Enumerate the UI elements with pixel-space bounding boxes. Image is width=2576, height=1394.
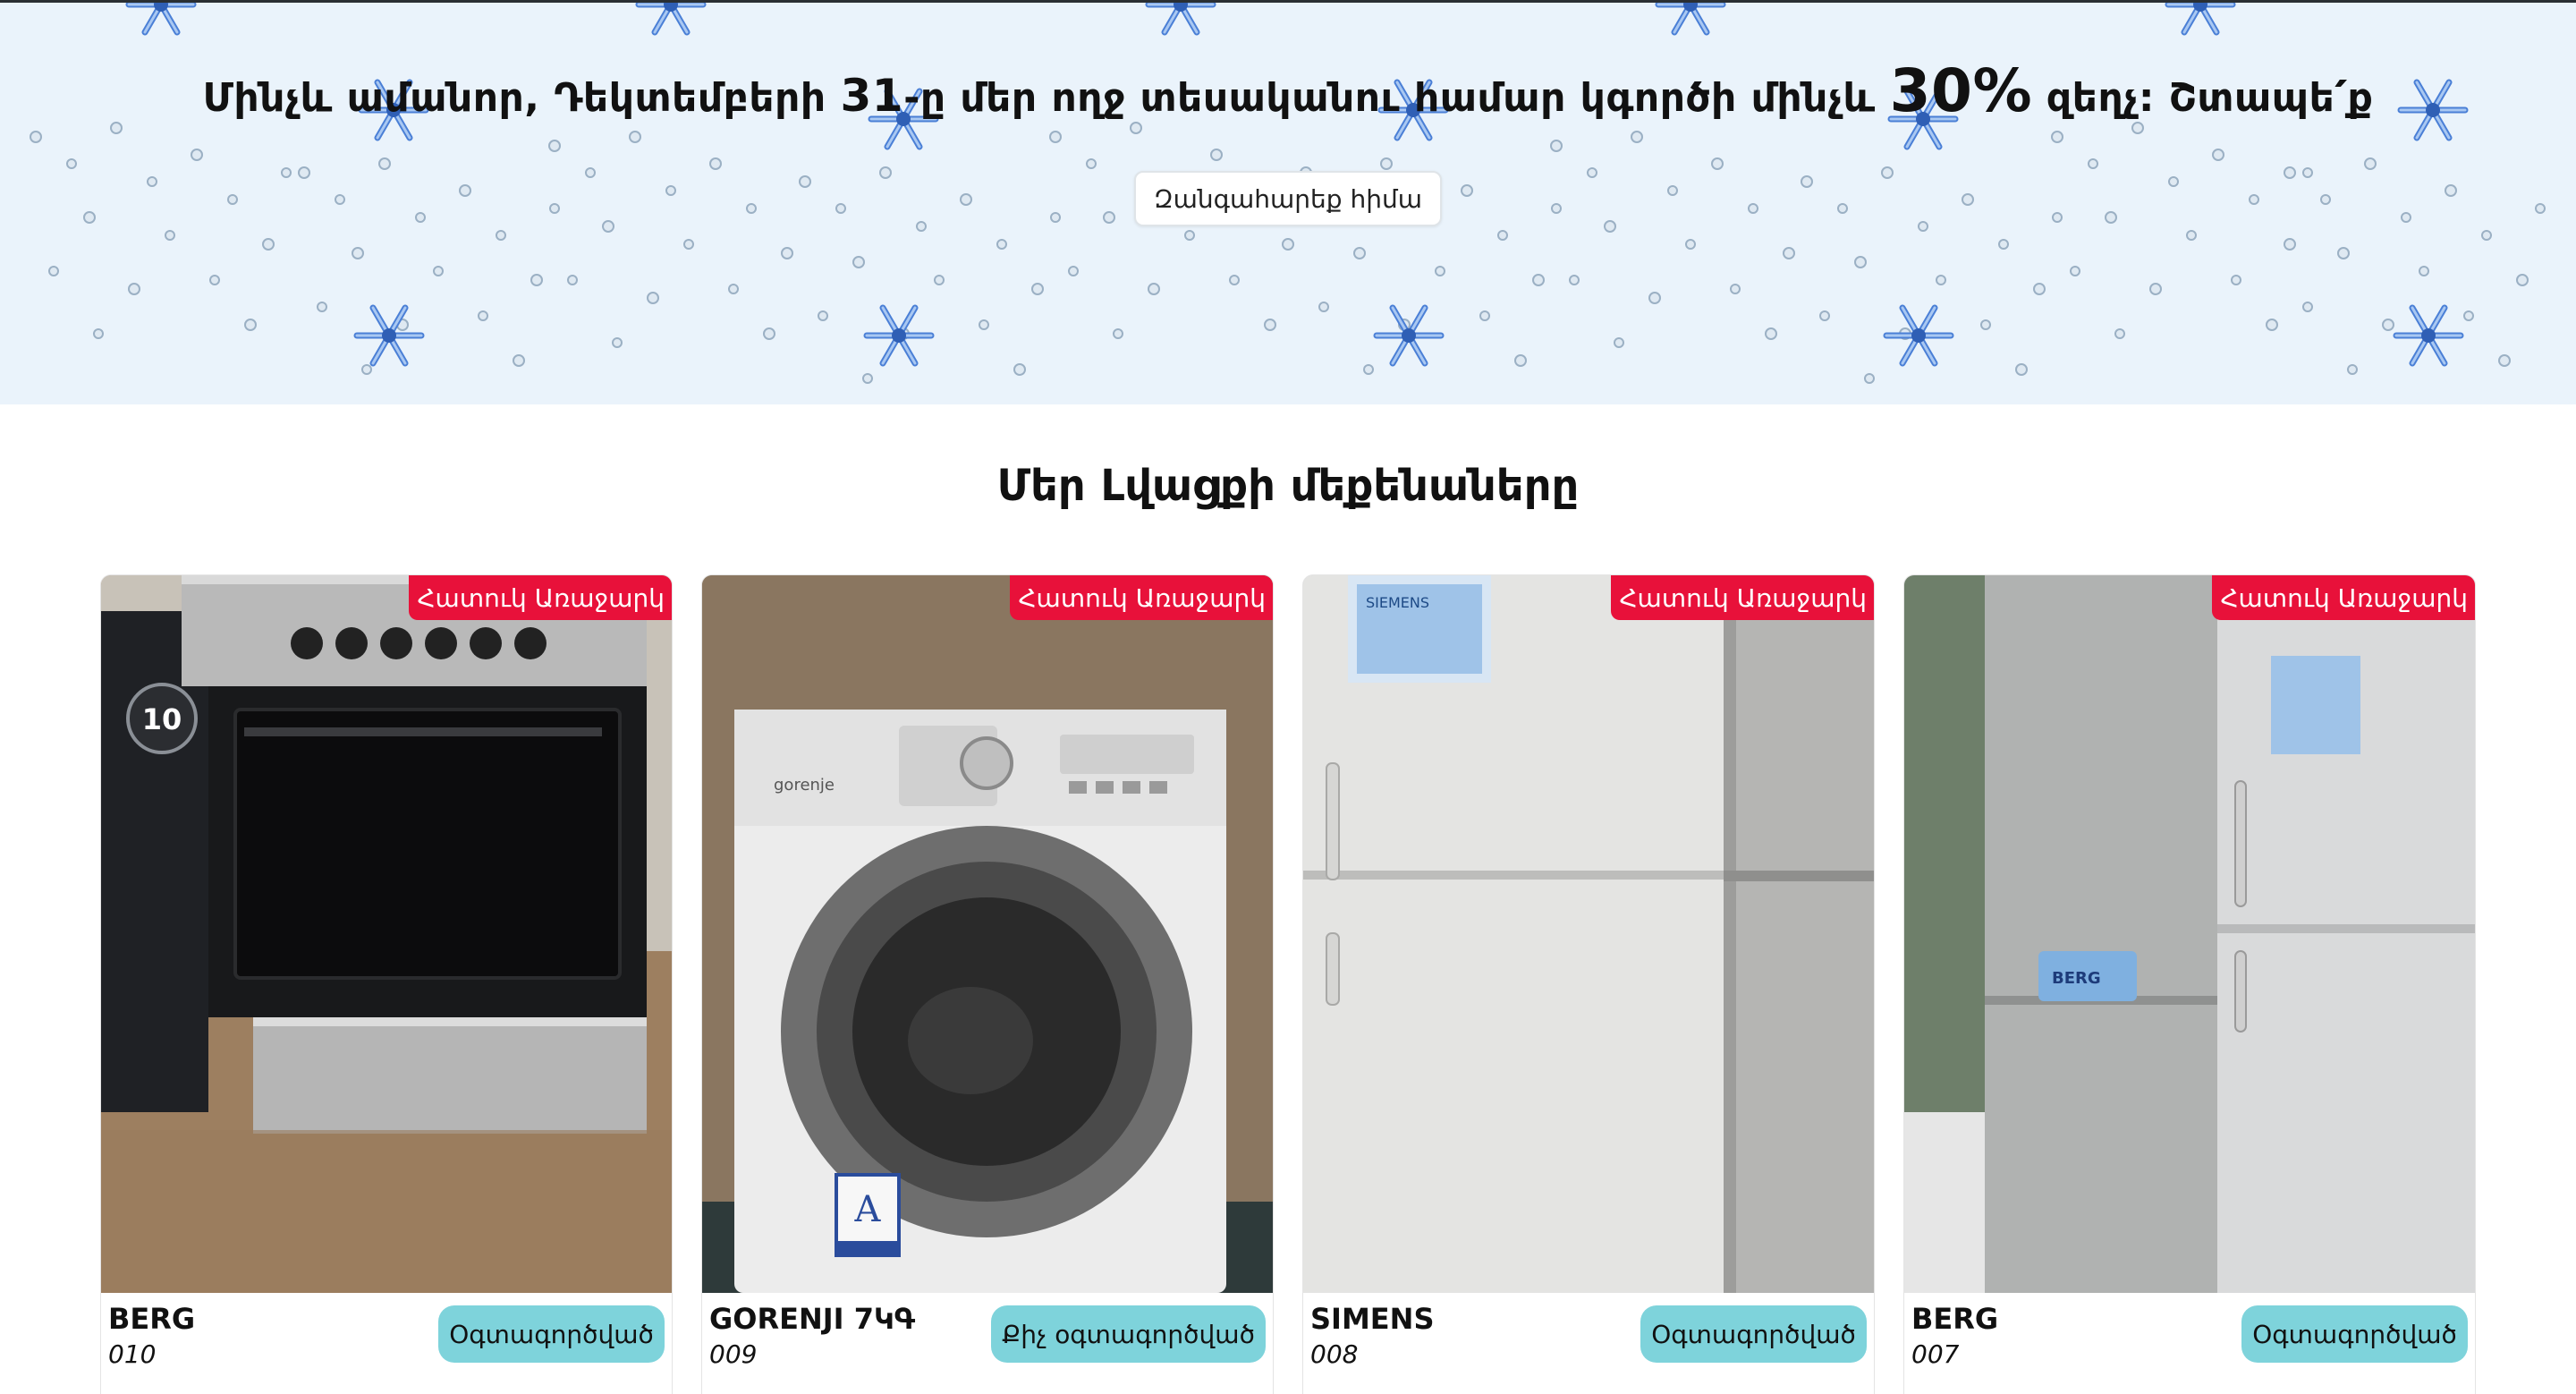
product-card[interactable]: SIEMENS Հատուկ Առաջարկ SIMENS 008 Օգտագո… (1302, 574, 1875, 1394)
product-code: 010 (108, 1339, 157, 1369)
special-offer-badge: Հատուկ Առաջարկ (2211, 575, 2475, 620)
svg-text:BERG: BERG (2052, 969, 2101, 988)
special-offer-badge: Հատուկ Առաջարկ (1009, 575, 1273, 620)
product-card[interactable]: BERG Հատուկ Առաջարկ BERG 007 Օգտագործված (1903, 574, 2476, 1394)
product-image[interactable]: BERG Հատուկ Առաջարկ (1904, 575, 2475, 1293)
product-image[interactable]: gorenje A Հատուկ Առաջարկ (702, 575, 1273, 1293)
condition-badge: Օգտագործված (438, 1305, 665, 1363)
special-offer-badge: Հատուկ Առաջարկ (408, 575, 672, 620)
product-brand[interactable]: BERG (1911, 1302, 1998, 1336)
section-title: Մեր Լվացքի մեքենաները (996, 461, 1580, 511)
condition-badge: Օգտագործված (1640, 1305, 1867, 1363)
promo-text-start: Մինչև ամանոր, Դեկտեմբերի (202, 75, 841, 121)
product-brand[interactable]: SIMENS (1310, 1302, 1434, 1336)
product-image[interactable]: SIEMENS Հատուկ Առաջարկ (1303, 575, 1874, 1293)
promo-message: Մինչև ամանոր, Դեկտեմբերի 31-ը մեր ողջ տե… (0, 56, 2576, 125)
promo-text-middle: -ը մեր ողջ տեսականու համար կգործի մինչև (903, 75, 1890, 121)
promo-percent: 30% (1889, 56, 2033, 125)
product-brand[interactable]: GORENJI 7ԿԳ (709, 1302, 915, 1336)
promo-text-end: զեղչ: Շտապե՛ք (2032, 75, 2374, 121)
svg-text:10: 10 (142, 702, 182, 736)
promo-date: 31 (840, 70, 904, 122)
svg-text:SIEMENS: SIEMENS (1366, 594, 1429, 611)
call-now-button[interactable]: Զանգահարեք հիմա (1134, 171, 1442, 226)
condition-badge: Քիչ օգտագործված (991, 1305, 1266, 1363)
product-image[interactable]: 10 Հատուկ Առաջարկ (101, 575, 672, 1293)
condition-badge: Օգտագործված (2241, 1305, 2468, 1363)
product-brand[interactable]: BERG (108, 1302, 195, 1336)
product-card[interactable]: gorenje A Հատուկ Առաջարկ GORENJI 7ԿԳ 009… (701, 574, 1274, 1394)
product-code: 009 (709, 1339, 758, 1369)
svg-text:A: A (854, 1189, 882, 1230)
product-grid: 10 Հատուկ Առաջարկ BERG 010 Օգտագործված g… (100, 574, 2476, 1394)
product-card[interactable]: 10 Հատուկ Առաջարկ BERG 010 Օգտագործված (100, 574, 673, 1394)
special-offer-badge: Հատուկ Առաջարկ (1610, 575, 1874, 620)
promo-banner: Մինչև ամանոր, Դեկտեմբերի 31-ը մեր ողջ տե… (0, 0, 2576, 404)
product-code: 008 (1310, 1339, 1359, 1369)
product-code: 007 (1911, 1339, 1960, 1369)
svg-text:gorenje: gorenje (774, 776, 835, 795)
